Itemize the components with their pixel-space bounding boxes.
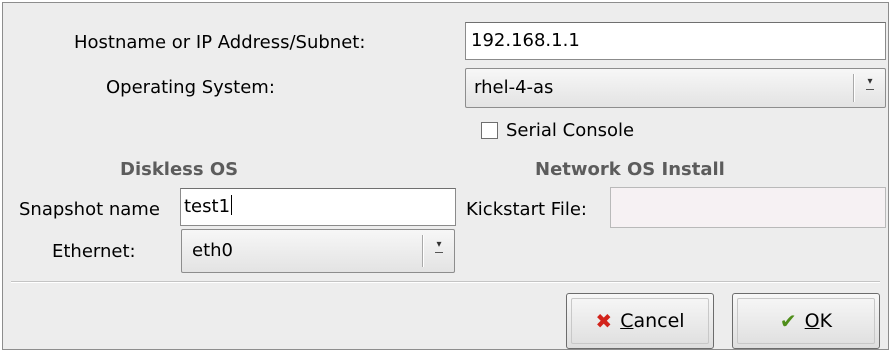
- cancel-button-label: Cancel: [620, 310, 685, 332]
- ethernet-selected: eth0: [192, 240, 233, 261]
- horizontal-separator: [11, 281, 880, 283]
- diskless-os-title: Diskless OS: [120, 159, 239, 180]
- snapshot-name-input[interactable]: test1: [180, 188, 456, 226]
- snapshot-name-label: Snapshot name: [19, 199, 160, 220]
- kickstart-file-input[interactable]: [610, 187, 886, 228]
- operating-system-selected: rhel-4-as: [474, 77, 554, 98]
- ethernet-label: Ethernet:: [52, 241, 136, 262]
- dropdown-separator: [853, 74, 855, 102]
- network-os-install-title: Network OS Install: [535, 159, 725, 180]
- serial-console-label: Serial Console: [506, 120, 635, 141]
- hostname-label: Hostname or IP Address/Subnet:: [74, 32, 366, 53]
- dialog: Hostname or IP Address/Subnet: 192.168.1…: [0, 0, 891, 352]
- cancel-button[interactable]: ✖ Cancel: [566, 293, 714, 349]
- x-icon: ✖: [595, 309, 613, 333]
- snapshot-name-value: test1: [184, 196, 231, 217]
- hostname-input[interactable]: 192.168.1.1: [465, 22, 886, 60]
- kickstart-file-label: Kickstart File:: [466, 199, 587, 220]
- ok-button-label: OK: [804, 310, 833, 332]
- checkmark-icon: ✔: [779, 309, 797, 333]
- serial-console-checkbox[interactable]: [481, 122, 498, 139]
- chevron-down-icon: ▾: [861, 77, 879, 90]
- operating-system-dropdown[interactable]: rhel-4-as ▾: [465, 68, 886, 108]
- ethernet-dropdown[interactable]: eth0 ▾: [181, 229, 455, 273]
- hostname-value: 192.168.1.1: [471, 30, 580, 51]
- chevron-down-icon: ▾: [430, 240, 448, 253]
- ok-button[interactable]: ✔ OK: [732, 293, 880, 349]
- dropdown-separator: [422, 235, 424, 267]
- text-cursor: [231, 195, 233, 215]
- operating-system-label: Operating System:: [106, 77, 275, 98]
- dialog-frame: Hostname or IP Address/Subnet: 192.168.1…: [2, 2, 889, 350]
